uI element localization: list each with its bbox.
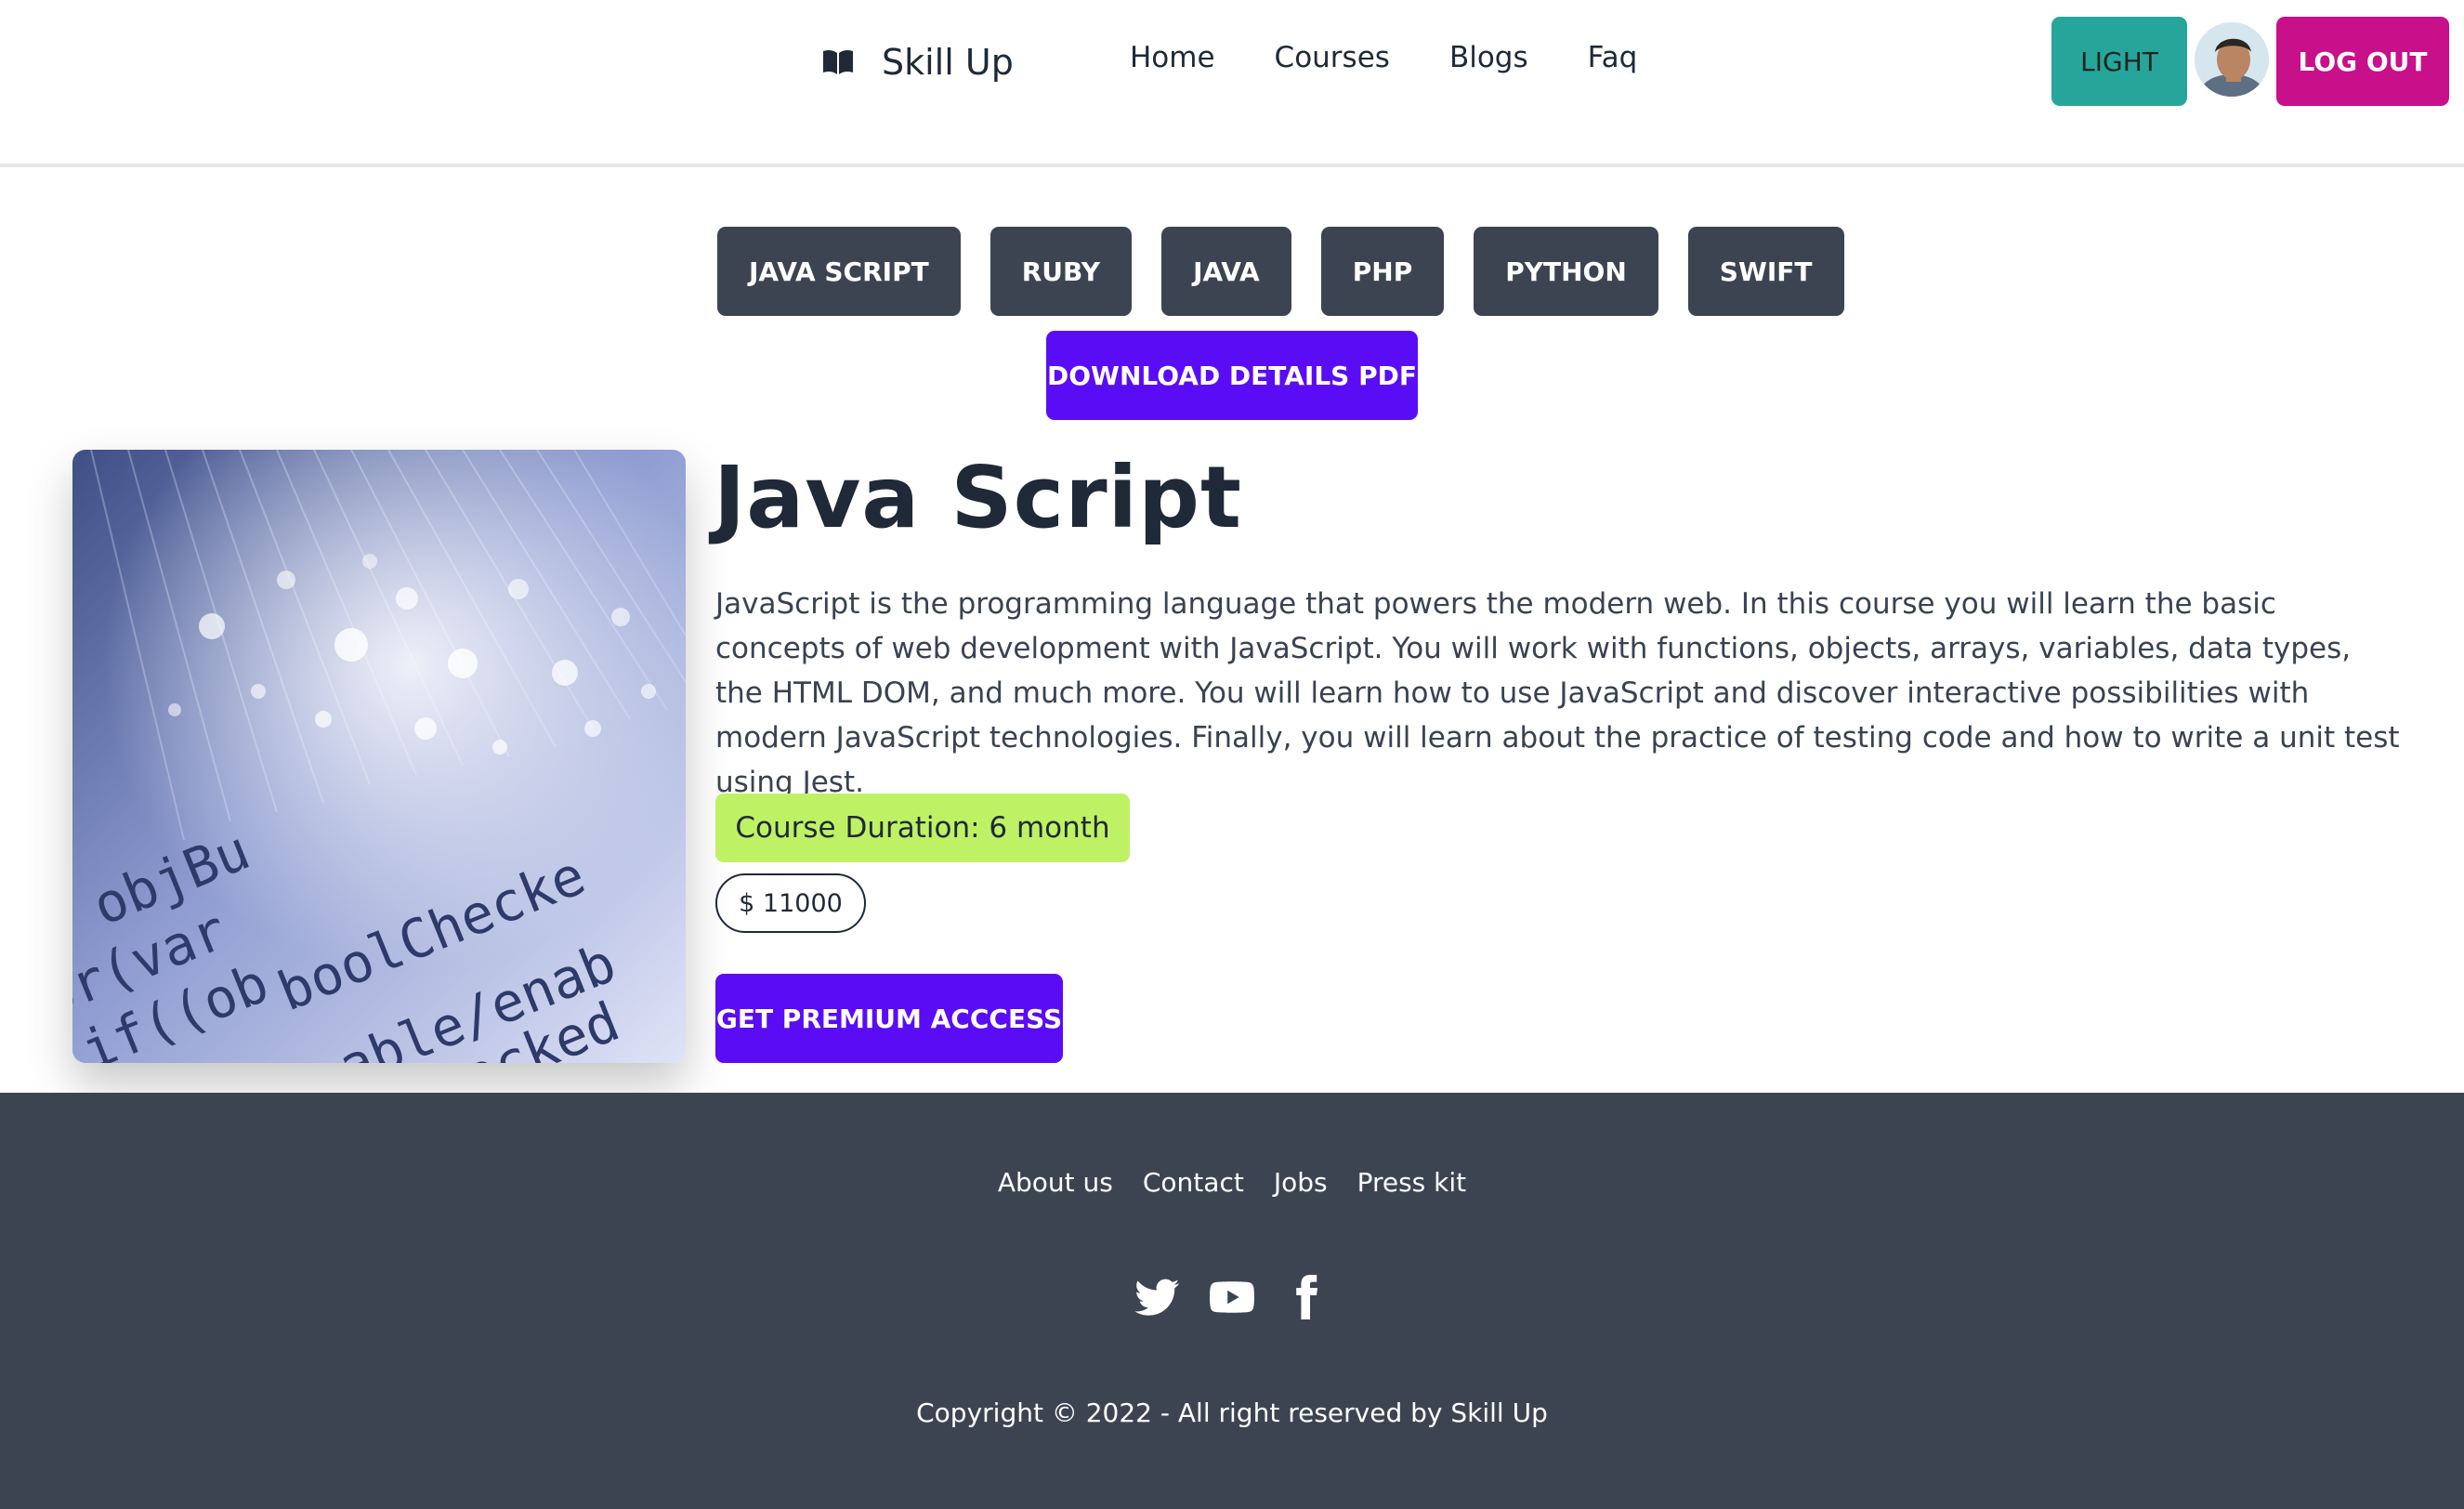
category-swift[interactable]: SWIFT	[1687, 227, 1844, 316]
category-chips: JAVA SCRIPT RUBY JAVA PHP PYTHON SWIFT	[717, 227, 1844, 316]
price-badge: $ 11000	[715, 873, 866, 933]
brand-name: Skill Up	[882, 42, 1014, 83]
theme-toggle-button[interactable]: LIGHT	[2051, 17, 2187, 106]
facebook-icon[interactable]	[1284, 1275, 1329, 1319]
footer-links: About us Contact Jobs Press kit	[0, 1167, 2464, 1198]
category-javascript[interactable]: JAVA SCRIPT	[717, 227, 961, 316]
footer-link-jobs[interactable]: Jobs	[1274, 1167, 1328, 1198]
course-image: r objBu or(var if((ob boolChecke able/en…	[72, 450, 686, 1063]
footer: About us Contact Jobs Press kit Copyrigh…	[0, 1093, 2464, 1509]
course-duration-badge: Course Duration: 6 month	[715, 794, 1130, 862]
copyright: Copyright © 2022 - All right reserved by…	[916, 1397, 1548, 1428]
category-python[interactable]: PYTHON	[1474, 227, 1658, 316]
navbar: Skill Up Home Courses Blogs Faq LIGHT LO…	[0, 0, 2464, 167]
footer-link-about[interactable]: About us	[998, 1167, 1113, 1198]
download-pdf-button[interactable]: DOWNLOAD DETAILS PDF	[1046, 331, 1418, 420]
category-java[interactable]: JAVA	[1161, 227, 1291, 316]
user-photo	[2195, 22, 2269, 97]
youtube-icon[interactable]	[1210, 1275, 1254, 1319]
brand[interactable]: Skill Up	[822, 42, 1014, 83]
nav-home[interactable]: Home	[1130, 41, 1215, 74]
get-premium-button[interactable]: GET PREMIUM ACCCESS	[715, 974, 1063, 1063]
logout-button[interactable]: LOG OUT	[2276, 17, 2449, 106]
nav-courses[interactable]: Courses	[1275, 41, 1390, 74]
course-description: JavaScript is the programming language t…	[715, 587, 2400, 799]
social-links	[1135, 1275, 1329, 1319]
nav-faq[interactable]: Faq	[1588, 41, 1638, 74]
course-title: Java Script	[714, 448, 1242, 547]
footer-link-contact[interactable]: Contact	[1143, 1167, 1244, 1198]
category-ruby[interactable]: RUBY	[990, 227, 1133, 316]
footer-link-press-kit[interactable]: Press kit	[1357, 1167, 1467, 1198]
main-nav: Home Courses Blogs Faq	[1130, 41, 1637, 74]
nav-blogs[interactable]: Blogs	[1449, 41, 1528, 74]
twitter-icon[interactable]	[1135, 1275, 1180, 1319]
book-icon	[823, 49, 853, 74]
avatar[interactable]	[2195, 22, 2269, 97]
category-php[interactable]: PHP	[1320, 227, 1445, 316]
